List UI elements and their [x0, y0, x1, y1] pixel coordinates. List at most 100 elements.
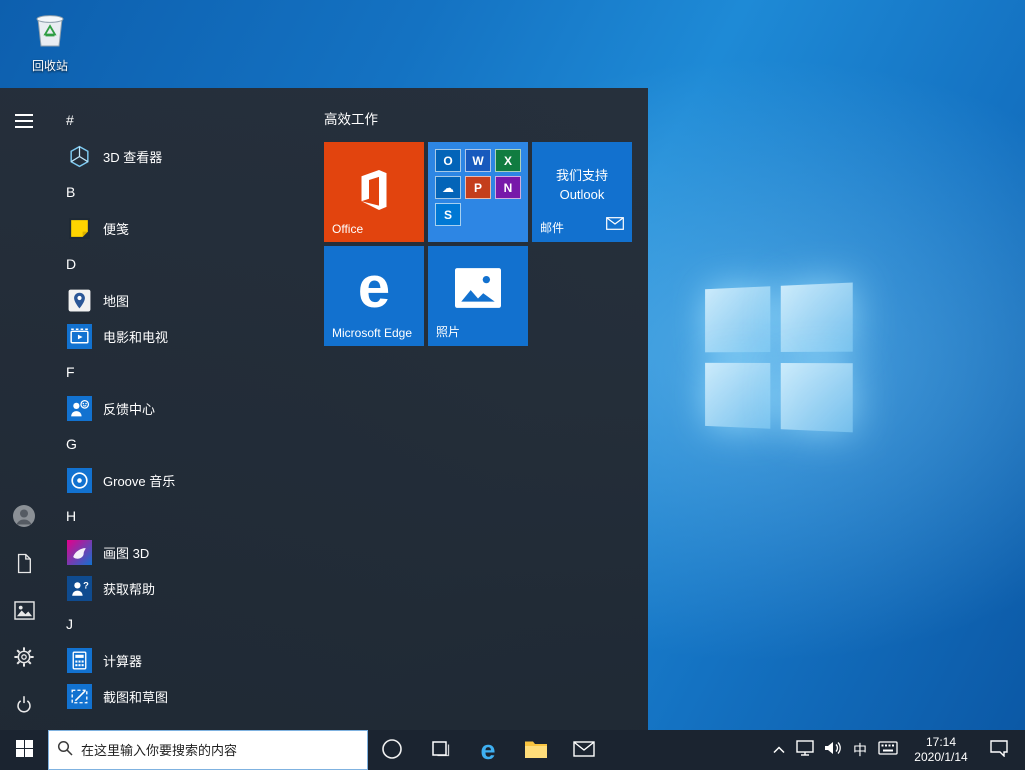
file-explorer-button[interactable]: [512, 730, 560, 770]
keyboard-icon: [878, 741, 898, 760]
feedback-hub-icon: [66, 395, 92, 421]
action-center-icon: [989, 739, 1009, 762]
app-label: 获取帮助: [103, 579, 155, 598]
app-list-item-paint-3d[interactable]: 画图 3D: [48, 534, 313, 570]
taskbar-edge-button[interactable]: e: [464, 730, 512, 770]
tray-time: 17:14: [926, 735, 956, 750]
maps-icon: [66, 287, 92, 313]
action-center-button[interactable]: [979, 730, 1019, 770]
start-button[interactable]: [0, 730, 48, 770]
group-letter-label: #: [66, 112, 74, 128]
tile-edge-label: Microsoft Edge: [332, 326, 412, 340]
app-group-letter[interactable]: B: [48, 174, 313, 210]
windows-logo-wallpaper: [705, 282, 854, 435]
sticky-notes-icon: [66, 215, 92, 241]
speaker-icon: [824, 740, 842, 761]
app-label: 地图: [103, 291, 129, 310]
app-list-item-maps[interactable]: 地图: [48, 282, 313, 318]
touch-keyboard-button[interactable]: [873, 730, 903, 770]
tile-office[interactable]: Office: [324, 142, 424, 242]
document-icon: [15, 553, 33, 577]
system-tray: 中 17:14 2020/1/14: [767, 730, 1025, 770]
app-group-letter[interactable]: #: [48, 102, 313, 138]
cortana-circle-icon: [381, 738, 403, 763]
app-group-letter[interactable]: H: [48, 498, 313, 534]
search-input[interactable]: [81, 743, 359, 758]
taskbar: e: [0, 730, 1025, 770]
tile-mail[interactable]: 我们支持 Outlook 邮件: [532, 142, 632, 242]
taskbar-search[interactable]: [48, 730, 368, 770]
tray-clock[interactable]: 17:14 2020/1/14: [903, 730, 979, 770]
app-label: 3D 查看器: [103, 147, 162, 166]
app-label: 截图和草图: [103, 687, 168, 706]
app-group-letter[interactable]: D: [48, 246, 313, 282]
network-icon: [796, 740, 814, 761]
settings-button[interactable]: [0, 635, 48, 682]
app-label: 计算器: [103, 651, 142, 670]
app-group-letter[interactable]: F: [48, 354, 313, 390]
tile-group-title: 高效工作: [324, 108, 640, 128]
pictures-icon: [14, 601, 35, 623]
app-list-item-get-help[interactable]: ? 获取帮助: [48, 570, 313, 606]
tile-mail-label: 邮件: [540, 219, 564, 236]
app-label: 便笺: [103, 219, 129, 238]
windows-start-icon: [16, 740, 33, 760]
pictures-button[interactable]: [0, 588, 48, 635]
app-list-item-viewer3d[interactable]: 3D 查看器: [48, 138, 313, 174]
tile-office-label: Office: [332, 222, 363, 236]
group-letter-label: D: [66, 256, 76, 272]
tile-office-group[interactable]: OWX☁PNS: [428, 142, 528, 242]
app-label: 画图 3D: [103, 543, 149, 562]
tray-expand-button[interactable]: [767, 730, 791, 770]
svg-text:?: ?: [83, 580, 89, 590]
powerpoint-mini-icon: P: [465, 176, 491, 199]
group-letter-label: G: [66, 436, 77, 452]
group-letter-label: H: [66, 508, 76, 524]
user-account-button[interactable]: [0, 494, 48, 541]
app-list-item-feedback-hub[interactable]: 反馈中心: [48, 390, 313, 426]
app-list-item-groove-music[interactable]: Groove 音乐: [48, 462, 313, 498]
recycle-bin[interactable]: 回收站: [14, 8, 86, 74]
onenote-mini-icon: N: [495, 176, 521, 199]
app-group-letter[interactable]: G: [48, 426, 313, 462]
mail-envelope-icon: [606, 217, 624, 235]
mail-promo-text: 我们支持 Outlook: [532, 166, 632, 204]
group-letter-label: B: [66, 184, 75, 200]
app-list-item-movies-tv[interactable]: 电影和电视: [48, 318, 313, 354]
volume-button[interactable]: [819, 730, 847, 770]
onedrive-mini-icon: ☁: [435, 176, 461, 199]
network-status-button[interactable]: [791, 730, 819, 770]
snip-sketch-icon: [66, 683, 92, 709]
ime-mode-indicator[interactable]: 中: [847, 730, 873, 770]
documents-button[interactable]: [0, 541, 48, 588]
start-menu: #3D 查看器 B 便笺 D 地图电影和电视F反馈中心 G Groove 音乐 H 画图 3D?…: [0, 88, 648, 730]
mail-app-button[interactable]: [560, 730, 608, 770]
mail-icon: [573, 741, 595, 760]
word-mini-icon: W: [465, 149, 491, 172]
menu-expand-button[interactable]: [0, 102, 48, 142]
app-list-item-snip-sketch[interactable]: 截图和草图: [48, 678, 313, 714]
windows-logo-pane: [705, 363, 770, 429]
paint-3d-icon: [66, 539, 92, 565]
recycle-bin-icon: [30, 37, 70, 54]
excel-mini-icon: X: [495, 149, 521, 172]
edge-icon: e: [480, 737, 495, 764]
hamburger-icon: [14, 113, 34, 132]
app-list-item-calculator[interactable]: 计算器: [48, 642, 313, 678]
tile-photos[interactable]: 照片: [428, 246, 528, 346]
app-label: Groove 音乐: [103, 471, 175, 490]
windows-logo-pane: [781, 363, 853, 432]
tile-edge[interactable]: e Microsoft Edge: [324, 246, 424, 346]
app-group-letter[interactable]: J: [48, 606, 313, 642]
power-icon: [13, 693, 35, 718]
power-button[interactable]: [0, 682, 48, 729]
rail-bottom-stack: [0, 494, 48, 729]
tile-grid: Office OWX☁PNS 我们支持 Outlook 邮件 e Microso…: [324, 142, 640, 346]
windows-logo-pane: [705, 286, 770, 352]
office-logo-icon: [354, 167, 394, 218]
windows-logo-pane: [781, 282, 853, 351]
cortana-button[interactable]: [368, 730, 416, 770]
movies-tv-icon: [66, 323, 92, 349]
task-view-button[interactable]: [416, 730, 464, 770]
app-list-item-sticky-notes[interactable]: 便笺: [48, 210, 313, 246]
